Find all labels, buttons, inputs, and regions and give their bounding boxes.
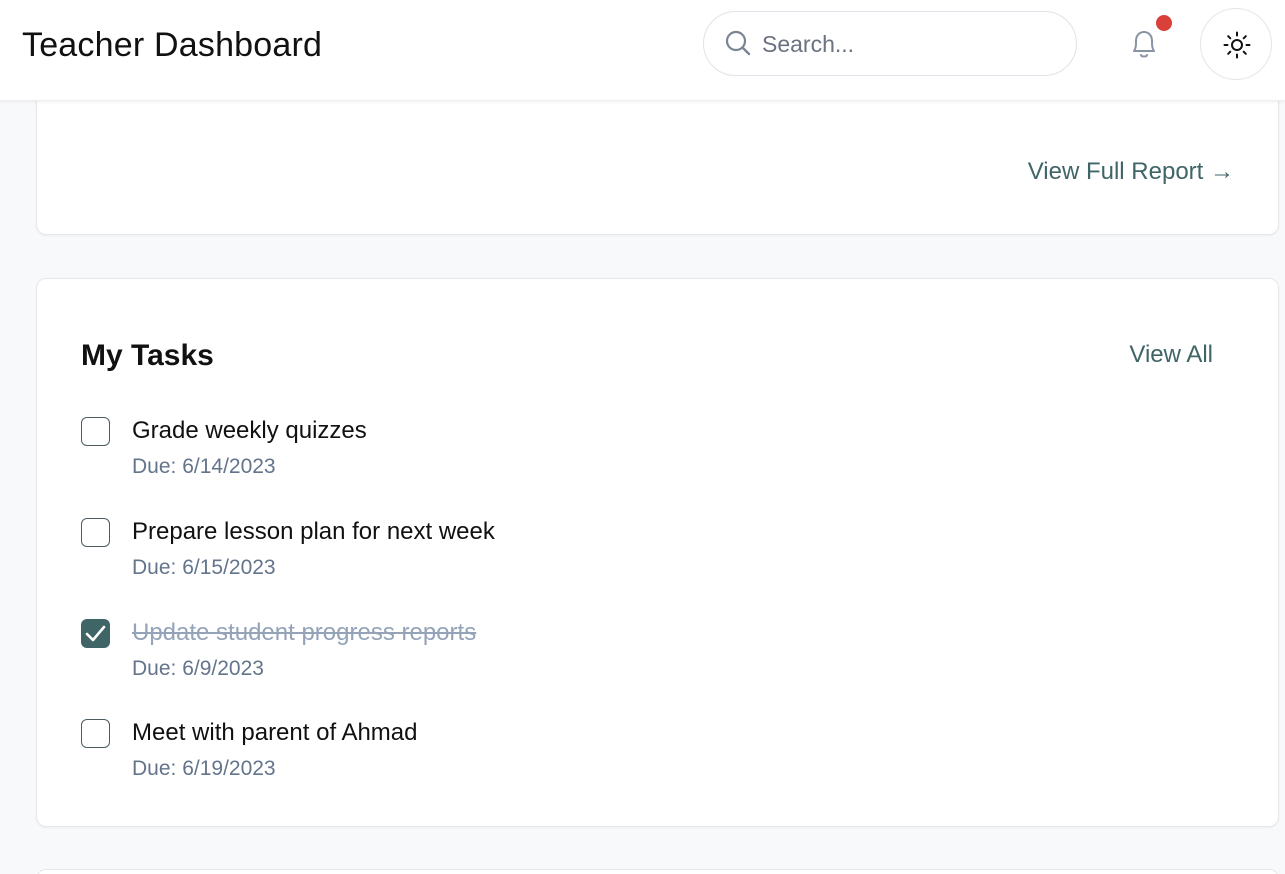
task-item: Grade weekly quizzes Due: 6/14/2023 [81,417,1181,487]
notifications-button[interactable] [1124,15,1172,64]
search-box[interactable] [703,11,1077,76]
task-due-date: Due: 6/19/2023 [132,757,276,780]
view-all-tasks-link[interactable]: View All [1129,341,1213,369]
task-title: Update student progress reports [132,619,477,646]
search-input[interactable] [762,26,1062,62]
task-checkbox[interactable] [81,417,110,446]
tasks-title: My Tasks [81,339,214,372]
theme-toggle-button[interactable] [1200,8,1272,80]
notification-dot [1156,15,1172,31]
tasks-card: My Tasks View All Grade weekly quizzes D… [36,278,1279,827]
next-card [36,869,1279,874]
sun-icon [1223,31,1251,59]
task-title: Grade weekly quizzes [132,417,367,444]
search-icon [725,30,751,56]
view-full-report-link[interactable]: View Full Report → [1028,158,1234,186]
task-title: Prepare lesson plan for next week [132,518,495,545]
task-checkbox-checked[interactable] [81,619,110,648]
task-item: Prepare lesson plan for next week Due: 6… [81,518,1181,588]
check-icon [85,625,106,642]
task-checkbox[interactable] [81,518,110,547]
page-title: Teacher Dashboard [22,26,323,64]
task-due-date: Due: 6/15/2023 [132,556,276,579]
task-due-date: Due: 6/9/2023 [132,657,264,680]
top-header: Teacher Dashboard [0,0,1285,101]
task-due-date: Due: 6/14/2023 [132,455,276,478]
task-item: Update student progress reports Due: 6/9… [81,619,1181,689]
bell-icon [1133,31,1155,58]
task-checkbox[interactable] [81,719,110,748]
task-item: Meet with parent of Ahmad Due: 6/19/2023 [81,719,1181,789]
task-title: Meet with parent of Ahmad [132,719,418,746]
